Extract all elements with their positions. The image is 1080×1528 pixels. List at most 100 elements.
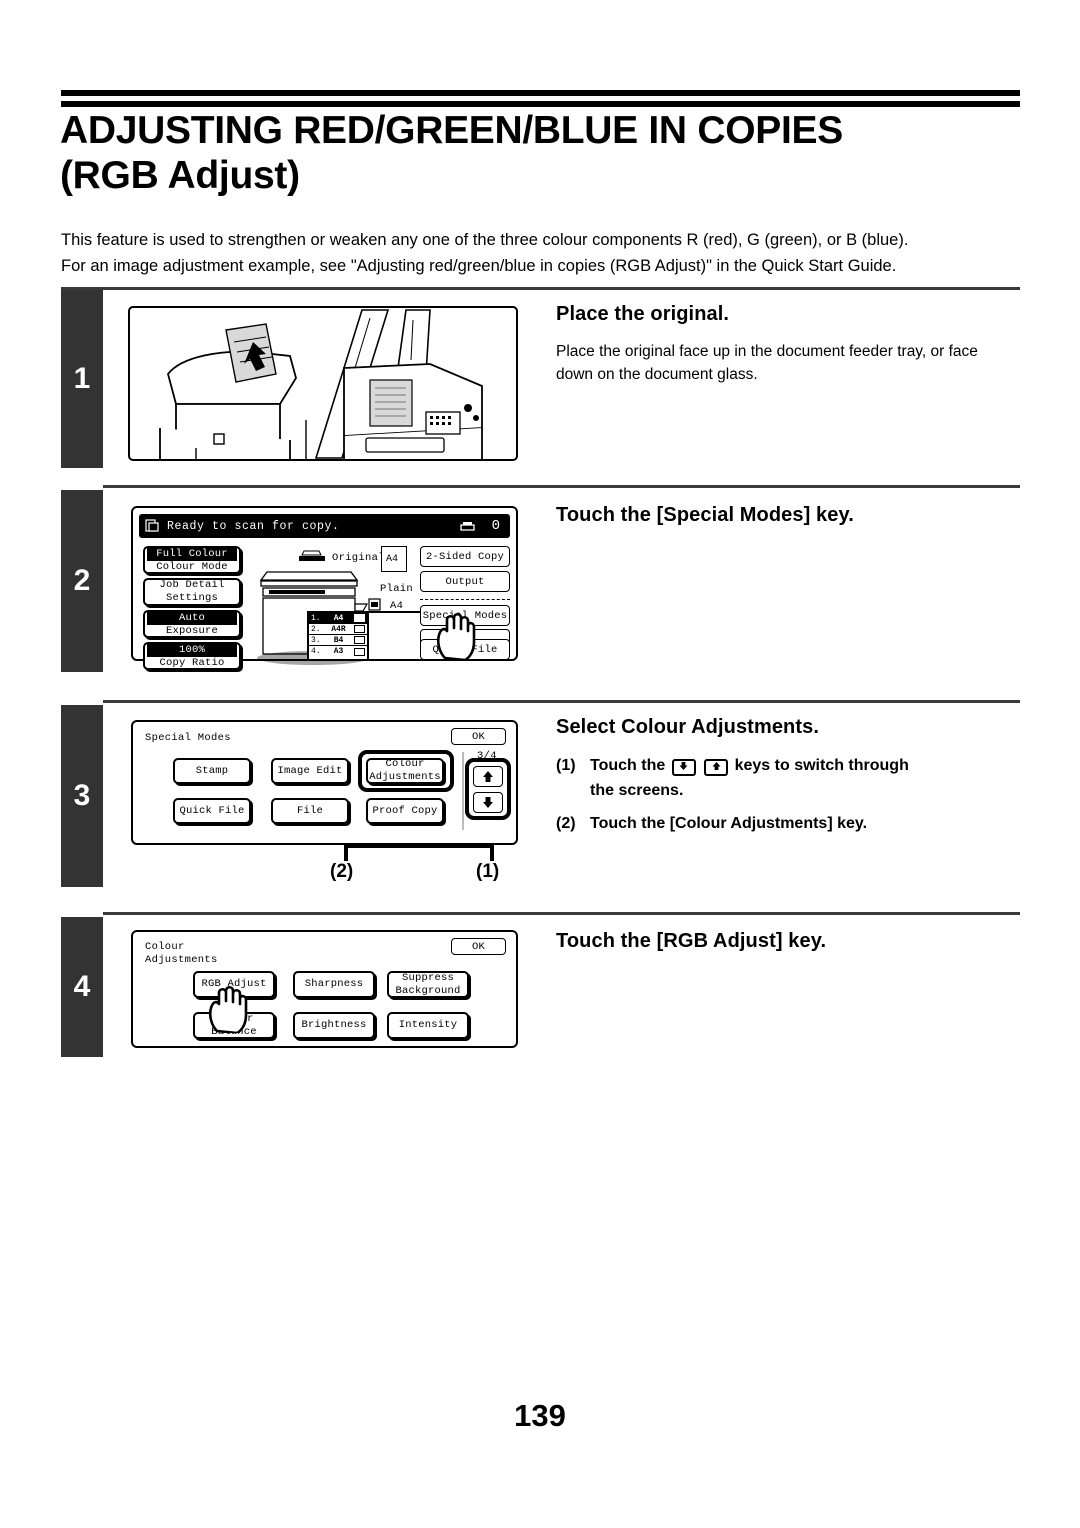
button-intensity[interactable]: Intensity	[387, 1012, 469, 1039]
step-3-item-1-text: Touch the keys to switch through the scr…	[590, 753, 1026, 803]
step-number-1: 1	[61, 290, 103, 468]
highlight-ring-colour-adjustments	[358, 750, 454, 792]
button-stamp-label: Stamp	[195, 764, 229, 777]
separator-step4	[103, 912, 1020, 915]
tray-index: 4.	[311, 647, 321, 656]
button-quick-file[interactable]: Quick File	[173, 798, 251, 824]
separator-step3	[103, 700, 1020, 703]
button-suppress-background[interactable]: Suppress Background	[387, 971, 469, 998]
step-4-label: 4	[73, 970, 91, 1003]
pager-divider	[462, 752, 464, 830]
button-colour-mode[interactable]: Full Colour Colour Mode	[143, 546, 241, 574]
button-suppress-background-label-1: Suppress	[401, 971, 454, 984]
copy-ratio-value: 100%	[147, 643, 237, 657]
page-title: ADJUSTING RED/GREEN/BLUE IN COPIES (RGB …	[60, 108, 1020, 198]
callout-number-2: (2)	[330, 861, 354, 882]
button-sharpness[interactable]: Sharpness	[293, 971, 375, 998]
job-detail-label: Settings	[165, 592, 218, 604]
status-message: Ready to scan for copy.	[167, 519, 340, 533]
original-size: A4	[386, 554, 399, 565]
button-output[interactable]: Output	[420, 571, 510, 592]
colour-mode-label: Colour Mode	[156, 560, 228, 573]
step-number-2: 2	[61, 490, 103, 672]
down-arrow-key-icon	[671, 759, 696, 776]
pointing-hand-icon	[208, 985, 248, 1033]
tray-index: 3.	[311, 635, 321, 645]
button-image-edit[interactable]: Image Edit	[271, 758, 349, 784]
callout-line-horizontal	[344, 845, 494, 848]
button-exposure[interactable]: Auto Exposure	[143, 610, 241, 638]
step-3-label: 3	[73, 779, 91, 812]
tray-icon	[354, 625, 365, 633]
button-image-edit-label: Image Edit	[277, 764, 343, 777]
copier-illustration-svg	[159, 309, 483, 459]
ok-button[interactable]: OK	[451, 938, 506, 955]
step-1-label: 1	[73, 362, 91, 395]
button-output-label: Output	[445, 575, 485, 588]
intro-line-1: This feature is used to strengthen or we…	[61, 231, 909, 249]
step-4-heading: Touch the [RGB Adjust] key.	[556, 930, 827, 952]
step-3-item-1-index: (1)	[556, 757, 576, 774]
intro-paragraph: This feature is used to strengthen or we…	[61, 227, 1021, 279]
button-stamp[interactable]: Stamp	[173, 758, 251, 784]
tray-row[interactable]: 1. A4	[309, 613, 367, 624]
job-detail-value: Job Detail	[159, 579, 225, 591]
tray-icon	[354, 636, 365, 644]
step-3-item-2-index: (2)	[556, 815, 576, 832]
tray-row[interactable]: 4. A3	[309, 646, 367, 657]
step-3-heading: Select Colour Adjustments.	[556, 716, 820, 738]
button-proof-copy-label: Proof Copy	[372, 804, 438, 817]
step-3-item-1-line2: the screens.	[590, 782, 684, 799]
button-2-sided-copy-label: 2-Sided Copy	[425, 550, 504, 563]
colour-adjustments-title: Colour Adjustments	[145, 941, 218, 967]
button-proof-copy[interactable]: Proof Copy	[366, 798, 444, 824]
separator-step2	[103, 485, 1020, 488]
output-tray-icon	[460, 522, 475, 531]
step-3-instructions: (1) Touch the keys to switch through the…	[556, 753, 1026, 836]
ok-button-label: OK	[471, 940, 485, 953]
colour-adjustments-title-line1: Colour	[145, 941, 185, 953]
page-number: 139	[514, 1398, 566, 1433]
paper-tray-list[interactable]: 1. A4 2. A4R 3. B4 4. A3	[307, 611, 369, 661]
exposure-value: Auto	[147, 611, 237, 625]
copy-count: 0	[491, 518, 500, 534]
step-2-heading: Touch the [Special Modes] key.	[556, 504, 854, 526]
ok-button[interactable]: OK	[451, 728, 506, 745]
button-file[interactable]: File	[271, 798, 349, 824]
header-rule-bottom	[61, 101, 1020, 107]
paper-tray-icon	[368, 598, 381, 611]
screen-special-modes: Special Modes OK Stamp Image Edit Colour…	[131, 720, 518, 845]
tray-size: A4	[333, 613, 344, 623]
step-2-label: 2	[73, 564, 91, 597]
tray-size: A3	[333, 647, 344, 656]
button-suppress-background-label-2: Background	[395, 984, 461, 997]
tray-icon	[354, 647, 365, 656]
step-1-heading: Place the original.	[556, 303, 730, 325]
paper-type: Plain	[380, 583, 414, 595]
step-3-item-2-text: Touch the [Colour Adjustments] key.	[590, 815, 868, 832]
down-arrow-glyph	[679, 762, 688, 770]
tray-row[interactable]: 3. B4	[309, 635, 367, 646]
step-3-item-1: (1) Touch the keys to switch through the…	[556, 753, 1026, 803]
page-title-line1: ADJUSTING RED/GREEN/BLUE IN COPIES	[60, 109, 843, 152]
ok-button-label: OK	[471, 730, 485, 743]
special-modes-title: Special Modes	[145, 732, 231, 744]
tray-row[interactable]: 2. A4R	[309, 624, 367, 635]
callout-number-1: (1)	[476, 861, 500, 882]
button-job-detail-settings[interactable]: Job Detail Settings	[143, 578, 241, 606]
screen-colour-adjustments: Colour Adjustments OK RGB Adjust Sharpne…	[131, 930, 518, 1048]
step-number-4: 4	[61, 917, 103, 1057]
button-copy-ratio[interactable]: 100% Copy Ratio	[143, 642, 241, 670]
button-brightness[interactable]: Brightness	[293, 1012, 375, 1039]
step-1-illustration	[128, 306, 518, 461]
step-number-3: 3	[61, 705, 103, 887]
pointing-hand-icon	[436, 612, 476, 660]
tray-icon	[354, 614, 365, 622]
original-size-sheet: A4	[381, 546, 407, 572]
button-sharpness-label: Sharpness	[304, 978, 364, 990]
button-file-label: File	[296, 804, 323, 817]
button-2-sided-copy[interactable]: 2-Sided Copy	[420, 546, 510, 567]
copy-ratio-label: Copy Ratio	[159, 656, 225, 669]
right-button-divider	[420, 599, 510, 600]
button-intensity-label: Intensity	[398, 1019, 458, 1031]
